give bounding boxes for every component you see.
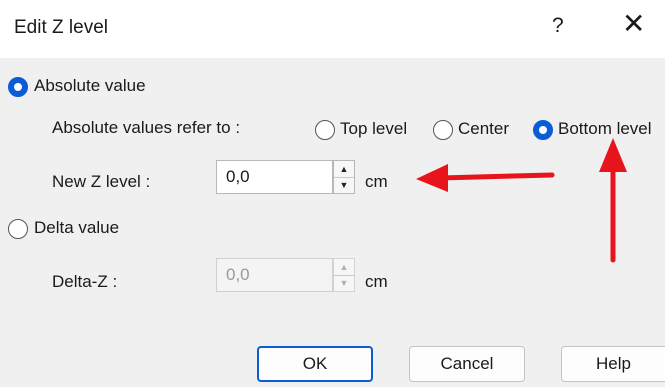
delta-z-unit-label: cm [365,272,388,291]
title-bar: Edit Z level ? ✕ [0,0,665,58]
new-z-unit-label: cm [365,172,388,191]
new-z-level-label: New Z level : [52,172,151,191]
top-level-radio[interactable] [315,120,335,140]
delta-z-input[interactable]: 0,0 [216,258,333,292]
refer-to-label: Absolute values refer to : [52,118,241,137]
absolute-value-label: Absolute value [34,76,146,95]
delta-value-radio[interactable] [8,219,28,239]
new-z-level-stepper[interactable]: ▲ ▼ [333,160,355,194]
new-z-level-value: 0,0 [226,167,250,186]
cancel-button[interactable]: Cancel [409,346,525,382]
delta-value-label: Delta value [34,218,120,237]
arrow-to-bottom-level [599,138,627,263]
absolute-value-radio[interactable] [8,77,28,97]
ok-button[interactable]: OK [257,346,373,382]
center-radio[interactable] [433,120,453,140]
decrement-icon[interactable]: ▼ [334,275,354,291]
center-label: Center [458,119,510,138]
bottom-level-radio[interactable] [533,120,553,140]
increment-icon[interactable]: ▲ [334,161,354,178]
delta-z-label: Delta-Z : [52,272,118,291]
arrow-to-new-z-level [416,164,555,192]
increment-icon[interactable]: ▲ [334,259,354,276]
decrement-icon[interactable]: ▼ [334,177,354,193]
dialog-title: Edit Z level [14,17,108,38]
help-button[interactable]: Help [561,346,665,382]
top-level-label: Top level [340,119,408,138]
close-icon[interactable]: ✕ [622,10,645,38]
delta-z-stepper[interactable]: ▲ ▼ [333,258,355,292]
help-question-icon[interactable]: ? [552,14,564,38]
new-z-level-input[interactable]: 0,0 [216,160,333,194]
delta-z-value: 0,0 [226,265,250,284]
bottom-level-label: Bottom level [558,119,652,138]
